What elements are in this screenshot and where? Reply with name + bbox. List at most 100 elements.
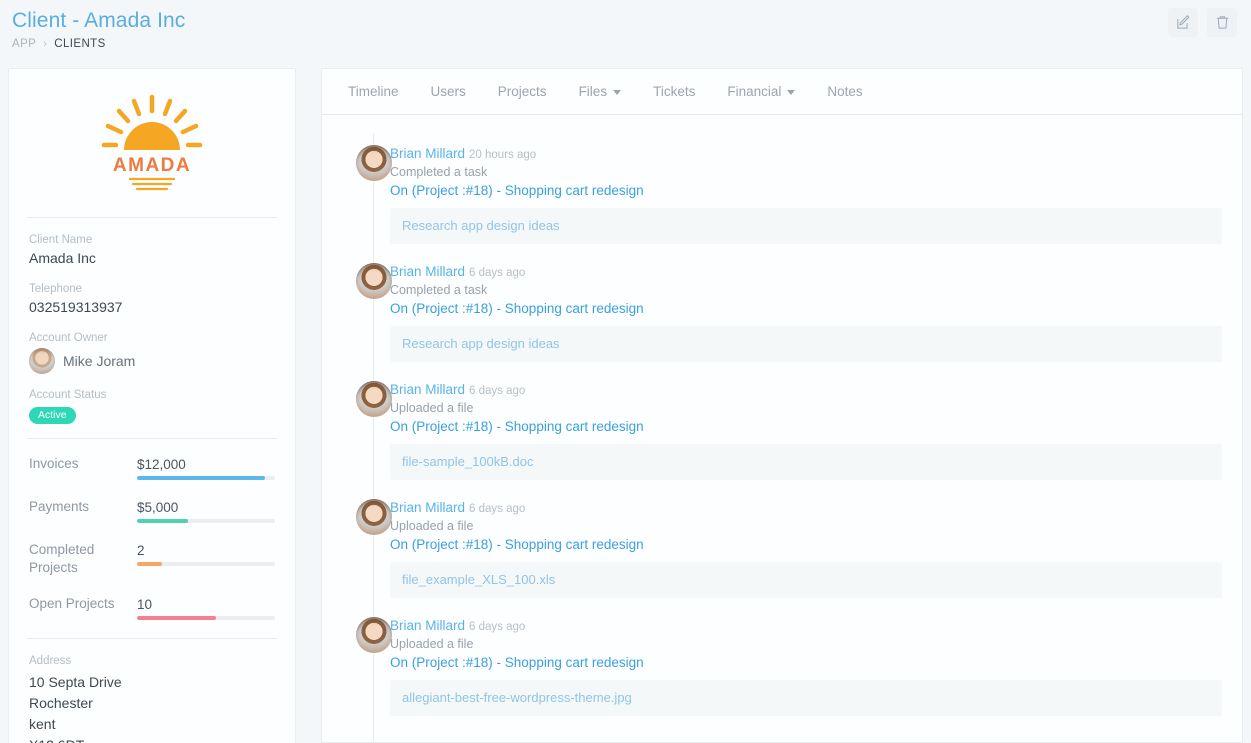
tab-notes[interactable]: Notes (811, 72, 878, 111)
timeline-header: Brian Millard 6 days ago (390, 617, 1222, 636)
timeline-header: Brian Millard 6 days ago (390, 263, 1222, 282)
timeline-item: Brian Millard6 days ago Uploaded a file … (322, 499, 1242, 598)
timeline-item: Brian Millard 20 hours ago Completed a ta… (322, 145, 1242, 244)
stat-value: $5,000 (137, 499, 275, 516)
stat-invoices: Invoices $12,000 (29, 455, 275, 480)
account-owner[interactable]: Mike Joram (29, 348, 275, 374)
timeline-project-link[interactable]: On (Project :#18) - Shopping cart redesi… (390, 653, 1222, 672)
delete-button[interactable] (1207, 8, 1237, 37)
timeline-project-link[interactable]: On (Project :#18) - Shopping cart redesi… (390, 181, 1222, 200)
client-content-panel: Timeline Users Projects Files Tickets Fi… (321, 68, 1243, 743)
stat-label: Open Projects (29, 595, 137, 613)
timeline-action: Completed a task (390, 282, 1222, 299)
breadcrumb-current: CLIENTS (54, 38, 105, 50)
timeline-content[interactable]: allegiant-best-free-wordpress-theme.jpg (390, 680, 1222, 716)
tab-users[interactable]: Users (415, 72, 482, 111)
tab-tickets[interactable]: Tickets (637, 72, 711, 111)
field-label: Account Status (29, 387, 275, 403)
timeline-project-link[interactable]: On (Project :#18) - Shopping cart redesi… (390, 535, 1222, 554)
field-account-owner: Account Owner Mike Joram (29, 330, 275, 374)
edit-icon (1175, 14, 1192, 31)
avatar (356, 263, 392, 299)
stat-label: Invoices (29, 455, 137, 473)
timeline-timestamp: 6 days ago (469, 503, 525, 515)
field-account-status: Account Status Active (29, 387, 275, 424)
timeline-author[interactable]: Brian Millard (390, 618, 465, 633)
svg-text:AMADA: AMADA (113, 155, 191, 176)
stat-progress-bar (137, 562, 275, 566)
avatar (356, 145, 392, 181)
timeline-content[interactable]: Research app design ideas (390, 326, 1222, 362)
avatar (29, 348, 55, 374)
tab-label: Notes (827, 84, 862, 99)
address-line: kent (29, 714, 275, 735)
chevron-down-icon (787, 90, 795, 95)
tab-label: Timeline (348, 84, 399, 99)
timeline-author[interactable]: Brian Millard (390, 146, 465, 161)
timeline-content[interactable]: file-sample_100kB.doc (390, 444, 1222, 480)
avatar (356, 381, 392, 417)
field-client-name: Client Name Amada Inc (29, 232, 275, 268)
chevron-right-icon: › (43, 38, 47, 50)
tab-label: Projects (498, 84, 547, 99)
client-detail-page: Client - Amada Inc APP › CLIENTS (0, 0, 1251, 743)
stat-value: 2 (137, 542, 275, 559)
timeline-action: Completed a task (390, 164, 1222, 181)
tab-projects[interactable]: Projects (482, 72, 563, 111)
timeline-header: Brian Millard 20 hours ago (390, 145, 1222, 164)
status-badge: Active (29, 407, 76, 424)
timeline-item: Brian Millard6 days ago Uploaded a file … (322, 381, 1242, 480)
timeline-timestamp: 6 days ago (469, 385, 525, 397)
timeline-content[interactable]: Research app design ideas (390, 208, 1222, 244)
chevron-down-icon (613, 90, 621, 95)
sun-logo-icon: AMADA (100, 93, 204, 193)
timeline-feed: Brian Millard 20 hours ago Completed a ta… (321, 115, 1243, 743)
stat-progress-bar (137, 476, 275, 480)
stat-value: $12,000 (137, 456, 275, 473)
tab-financial[interactable]: Financial (711, 72, 811, 111)
timeline-project-link[interactable]: On (Project :#18) - Shopping cart redesi… (390, 299, 1222, 318)
timeline-timestamp: 20 hours ago (469, 149, 536, 161)
timeline-project-link[interactable]: On (Project :#18) - Shopping cart redesi… (390, 417, 1222, 436)
timeline-content[interactable]: file_example_XLS_100.xls (390, 562, 1222, 598)
client-address: Address 10 Septa Drive Rochester kent X1… (9, 639, 295, 743)
field-label: Client Name (29, 232, 275, 248)
timeline-author[interactable]: Brian Millard (390, 264, 465, 279)
tab-label: Tickets (653, 84, 695, 99)
stat-value: 10 (137, 596, 275, 613)
field-label: Account Owner (29, 330, 275, 346)
field-value: 032519313937 (29, 298, 275, 317)
timeline-timestamp: 6 days ago (469, 621, 525, 633)
stat-progress-bar (137, 616, 275, 620)
client-logo: AMADA (9, 69, 295, 217)
field-label: Telephone (29, 281, 275, 297)
address-line: Rochester (29, 693, 275, 714)
client-stats: Invoices $12,000 Payments $5,000 Complet… (9, 439, 295, 638)
breadcrumb: APP › CLIENTS (12, 38, 1251, 50)
edit-button[interactable] (1168, 8, 1198, 37)
client-details: Client Name Amada Inc Telephone 03251931… (9, 218, 295, 438)
tab-bar: Timeline Users Projects Files Tickets Fi… (321, 68, 1243, 114)
timeline-author[interactable]: Brian Millard (390, 500, 465, 515)
stat-payments: Payments $5,000 (29, 498, 275, 523)
breadcrumb-root[interactable]: APP (12, 38, 36, 50)
account-owner-name: Mike Joram (63, 353, 135, 369)
tab-label: Financial (727, 84, 781, 99)
timeline-action: Uploaded a file (390, 400, 1222, 417)
timeline-item: Brian Millard 6 days ago Completed a task… (322, 263, 1242, 362)
address-label: Address (29, 653, 275, 669)
avatar (356, 499, 392, 535)
timeline-author[interactable]: Brian Millard (390, 382, 465, 397)
stat-label: Payments (29, 498, 137, 516)
tab-files[interactable]: Files (563, 72, 638, 111)
page-title: Client - Amada Inc (12, 8, 1251, 34)
stat-progress-bar (137, 519, 275, 523)
timeline-timestamp: 6 days ago (469, 267, 525, 279)
trash-icon (1214, 14, 1231, 31)
client-summary-card: AMADA Client Name Amada Inc Telephone 03 (8, 68, 296, 743)
avatar (356, 617, 392, 653)
stat-open-projects: Open Projects 10 (29, 595, 275, 620)
timeline-header: Brian Millard 6 days ago (390, 381, 1222, 400)
header-actions (1168, 8, 1237, 37)
tab-timeline[interactable]: Timeline (332, 72, 415, 111)
